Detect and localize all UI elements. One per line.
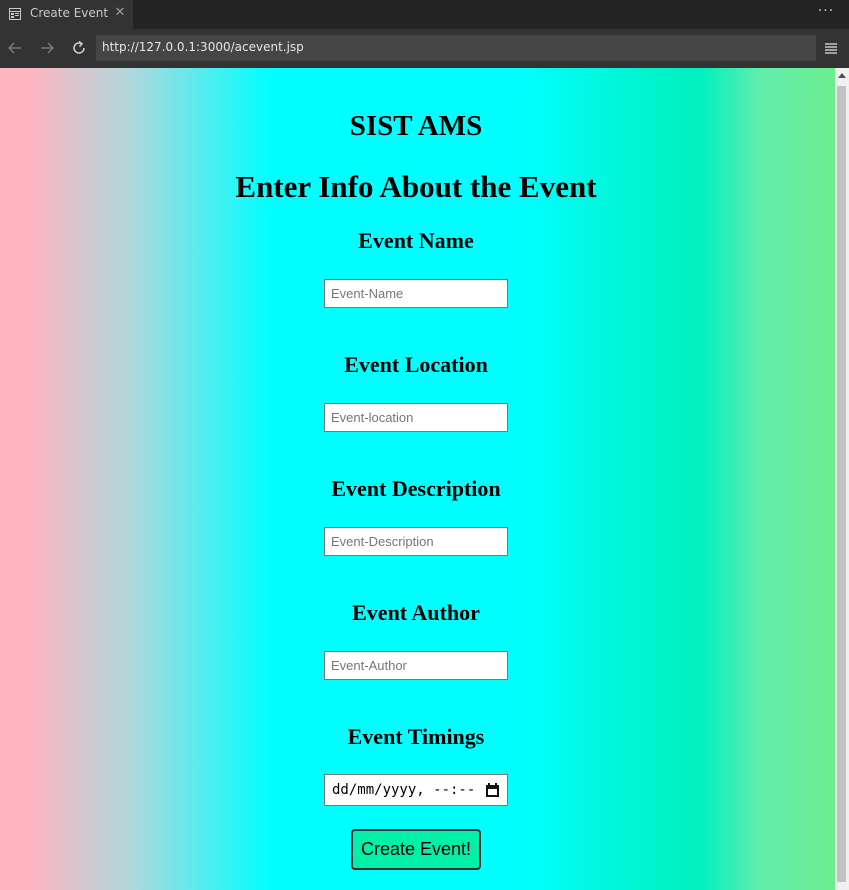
scroll-up-icon[interactable] [838,73,846,78]
calendar-icon[interactable] [486,783,499,797]
close-icon[interactable]: ✕ [114,6,126,20]
event-timings-label: Event Timings [347,724,485,749]
tab-bar: Create Event ✕ ··· [0,0,849,29]
event-timings-value: dd/mm/yyyy, --:-- -- [332,782,501,798]
event-location-label: Event Location [344,352,488,377]
more-options-button[interactable]: ··· [815,3,837,23]
reload-icon[interactable] [69,38,89,58]
event-name-label: Event Name [358,228,474,253]
event-author-label: Event Author [352,600,480,625]
event-location-input[interactable] [324,403,508,432]
scrollbar-thumb[interactable] [837,86,846,882]
create-event-button[interactable]: Create Event! [351,829,481,870]
navigation-bar: http://127.0.0.1:3000/acevent.jsp [0,29,849,68]
form-title: Enter Info About the Event [235,169,597,204]
vertical-scrollbar[interactable] [835,68,849,890]
event-description-label: Event Description [331,476,501,501]
forward-arrow-icon[interactable] [37,38,57,58]
event-timings-input[interactable]: dd/mm/yyyy, --:-- -- [324,774,508,806]
site-title: SIST AMS [349,110,483,142]
page-viewport: SIST AMS Enter Info About the Event Even… [0,68,835,890]
page-icon [9,8,21,20]
event-description-input[interactable] [324,527,508,556]
tab-title: Create Event [30,6,109,20]
event-author-input[interactable] [324,651,508,680]
address-bar[interactable]: http://127.0.0.1:3000/acevent.jsp [96,35,816,61]
url-text: http://127.0.0.1:3000/acevent.jsp [102,40,304,54]
back-arrow-icon[interactable] [5,38,25,58]
hamburger-menu-icon[interactable] [822,39,840,57]
tab-create-event[interactable]: Create Event ✕ [0,0,133,29]
event-name-input[interactable] [324,279,508,308]
